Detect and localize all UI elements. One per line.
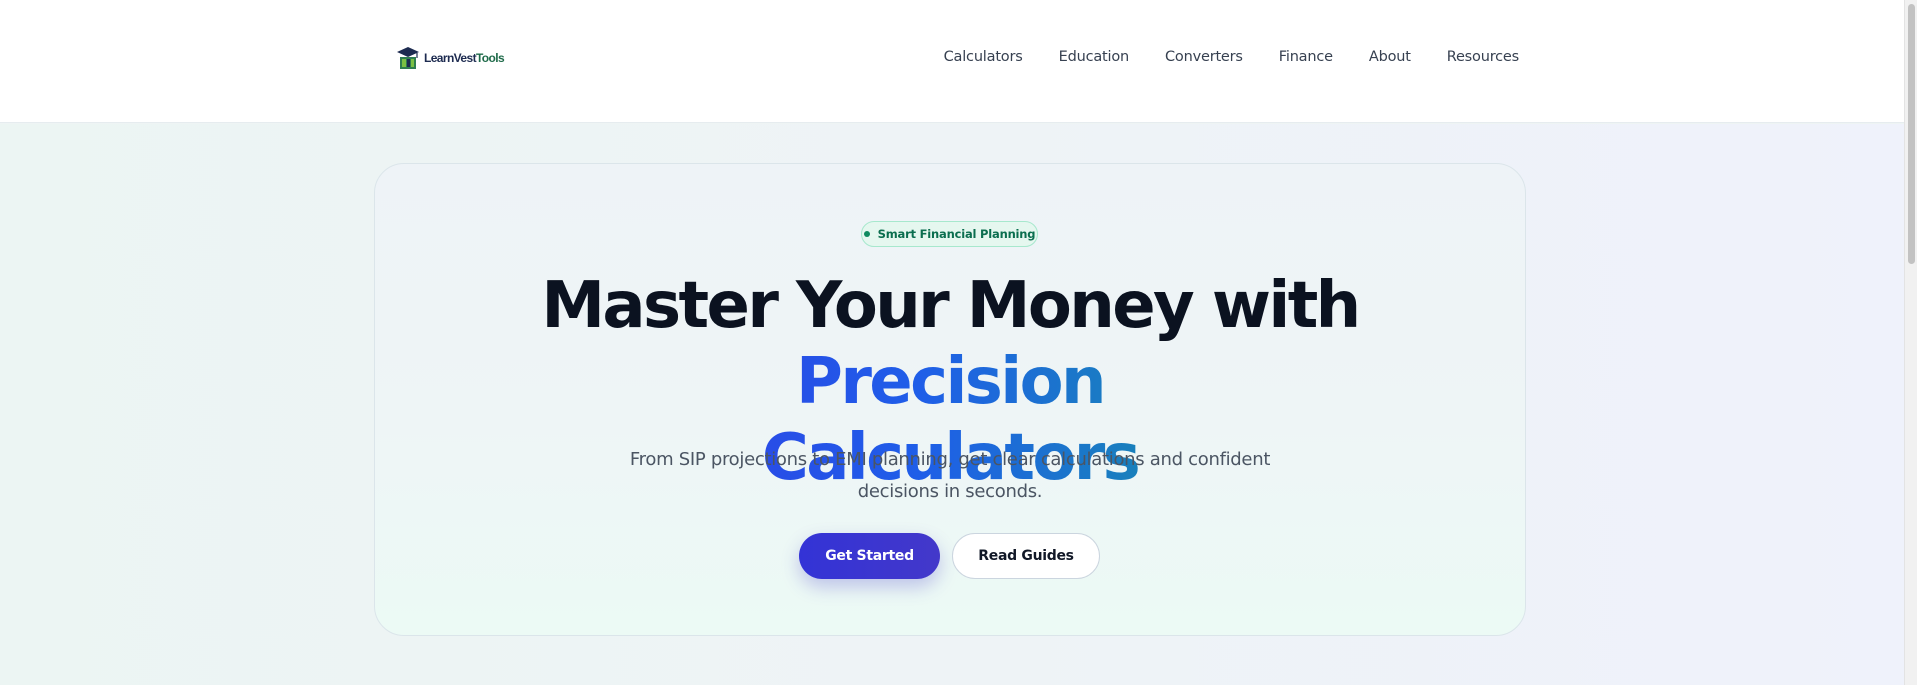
headline-line-1: Master Your Money with: [541, 269, 1361, 343]
nav-about[interactable]: About: [1369, 49, 1411, 65]
scrollbar-thumb[interactable]: [1908, 4, 1915, 264]
nav-resources[interactable]: Resources: [1447, 49, 1519, 65]
hero-subtitle: From SIP projections to EMI planning, ge…: [629, 449, 1271, 502]
site-header: LearnVestTools Calculators Education Con…: [0, 0, 1904, 123]
badge-dot-icon: [863, 231, 870, 237]
nav-finance[interactable]: Finance: [1279, 49, 1333, 65]
get-started-button[interactable]: Get Started: [799, 533, 940, 579]
logo-text: LearnVestTools: [424, 51, 505, 65]
logo-text-learnvest: LearnVest: [424, 51, 477, 65]
nav-converters[interactable]: Converters: [1165, 49, 1243, 65]
main-nav: Calculators Education Converters Finance…: [944, 49, 1520, 65]
badge-label: Smart Financial Planning: [877, 227, 1036, 241]
page: LearnVestTools Calculators Education Con…: [0, 0, 1904, 685]
graduation-cap-book-icon: [397, 47, 419, 69]
logo[interactable]: LearnVestTools: [396, 44, 505, 72]
page-scrollbar[interactable]: [1904, 0, 1917, 685]
hero-badge: Smart Financial Planning: [861, 221, 1038, 247]
nav-education[interactable]: Education: [1059, 49, 1130, 65]
nav-calculators[interactable]: Calculators: [944, 49, 1023, 65]
read-guides-button[interactable]: Read Guides: [952, 533, 1100, 579]
logo-text-tools: Tools: [475, 51, 505, 65]
